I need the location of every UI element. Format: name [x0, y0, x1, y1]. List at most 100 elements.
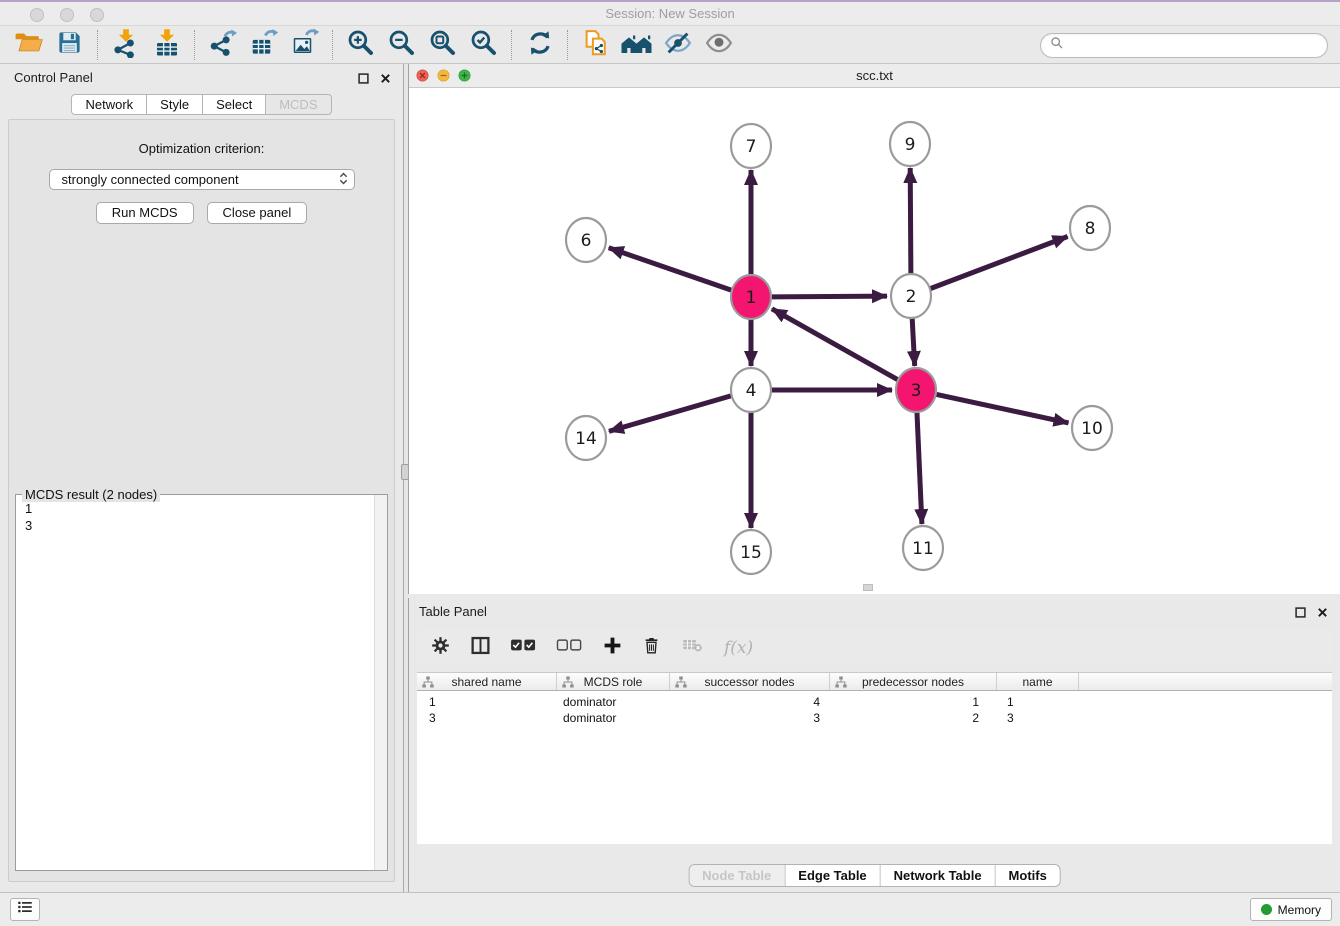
column-header-name[interactable]: name: [997, 673, 1079, 690]
zoom-in-button[interactable]: [340, 28, 381, 62]
search-icon: [1050, 36, 1064, 55]
add-column-button[interactable]: [602, 635, 623, 661]
graph-node-1[interactable]: 1: [731, 275, 771, 319]
graph-node-11[interactable]: 11: [903, 526, 943, 570]
table-row[interactable]: 1dominator411: [417, 694, 1332, 710]
control-panel: Control Panel NetworkStyleSelectMCDS Opt…: [0, 64, 403, 892]
homes-icon: [620, 28, 653, 63]
horizontal-split-grip[interactable]: [863, 584, 873, 591]
delete-column-button[interactable]: [642, 635, 661, 661]
show-all-button[interactable]: [698, 28, 739, 62]
toolbar-separator: [511, 30, 512, 60]
graph-node-2[interactable]: 2: [891, 274, 931, 318]
hide-selected-button[interactable]: [657, 28, 698, 62]
control-panel-tabs: NetworkStyleSelectMCDS: [0, 94, 403, 115]
graph-edge-3-10[interactable]: [937, 394, 1069, 423]
mcds-result-title: MCDS result (2 nodes): [22, 487, 160, 502]
export-image-button[interactable]: [284, 28, 325, 62]
network-canvas[interactable]: 7 9 6 8 1 2 4 3 14 10 15 11: [409, 88, 1340, 594]
node-label: 1: [746, 288, 757, 308]
plus-icon: [602, 635, 623, 661]
tab-style[interactable]: Style: [146, 94, 203, 115]
search-box[interactable]: [1040, 33, 1328, 58]
graph-node-15[interactable]: 15: [731, 530, 771, 574]
graph-node-14[interactable]: 14: [566, 416, 606, 460]
graph-node-10[interactable]: 10: [1072, 406, 1112, 450]
float-table-panel-icon[interactable]: [1295, 605, 1306, 623]
table-settings-button[interactable]: [430, 635, 451, 661]
column-label: MCDS role: [584, 675, 643, 689]
node-label: 9: [905, 135, 916, 155]
close-panel-icon[interactable]: [380, 71, 391, 89]
open-file-button[interactable]: [8, 28, 49, 62]
copy-network-button[interactable]: [575, 28, 616, 62]
column-header-MCDS-role[interactable]: MCDS role: [557, 673, 670, 690]
close-table-panel-icon[interactable]: [1317, 605, 1328, 623]
hierarchy-icon: [422, 676, 434, 691]
node-label: 4: [746, 381, 757, 401]
graph-edge-1-6[interactable]: [609, 248, 732, 290]
first-neighbors-button[interactable]: [616, 28, 657, 62]
hierarchy-icon: [562, 676, 574, 691]
graph-node-4[interactable]: 4: [731, 368, 771, 412]
import-network-button[interactable]: [105, 28, 146, 62]
graph-node-9[interactable]: 9: [890, 122, 930, 166]
split-panel-button[interactable]: [470, 635, 491, 661]
graph-edge-2-3[interactable]: [912, 317, 915, 366]
float-panel-icon[interactable]: [358, 71, 369, 89]
graph-edge-2-9[interactable]: [910, 168, 911, 275]
export-table-icon: [249, 28, 279, 63]
node-label: 3: [911, 381, 922, 401]
result-scrollbar[interactable]: [374, 495, 387, 870]
run-mcds-button[interactable]: Run MCDS: [96, 202, 194, 224]
select-all-icon: [510, 637, 537, 658]
toolbar-separator: [567, 30, 568, 60]
tab-network-table[interactable]: Network Table: [880, 865, 995, 886]
deselect-all-rows-button[interactable]: [556, 637, 583, 658]
graph-node-6[interactable]: 6: [566, 218, 606, 262]
optimization-criterion-select[interactable]: strongly connected component: [49, 169, 355, 190]
export-table-button[interactable]: [243, 28, 284, 62]
table-delete-icon: [680, 635, 705, 660]
deselect-icon: [556, 637, 583, 658]
zoom-selected-button[interactable]: [463, 28, 504, 62]
tab-edge-table[interactable]: Edge Table: [784, 865, 879, 886]
column-label: predecessor nodes: [862, 675, 964, 689]
table-row[interactable]: 3dominator323: [417, 710, 1332, 726]
tab-select[interactable]: Select: [202, 94, 266, 115]
apply-layout-button[interactable]: [519, 28, 560, 62]
tab-network[interactable]: Network: [71, 94, 147, 115]
toolbar-group: [340, 28, 504, 62]
graph-edge-2-8[interactable]: [931, 237, 1068, 289]
zoom-fit-icon: [428, 28, 458, 63]
zoom-fit-button[interactable]: [422, 28, 463, 62]
save-session-button[interactable]: [49, 28, 90, 62]
column-label: successor nodes: [704, 675, 794, 689]
graph-node-7[interactable]: 7: [731, 124, 771, 168]
tab-mcds[interactable]: MCDS: [265, 94, 331, 115]
graph-edge-4-14[interactable]: [609, 396, 731, 431]
table-cell: 1: [417, 695, 557, 709]
select-all-rows-button[interactable]: [510, 637, 537, 658]
column-header-predecessor-nodes[interactable]: predecessor nodes: [830, 673, 997, 690]
zoom-out-button[interactable]: [381, 28, 422, 62]
tab-node-table[interactable]: Node Table: [689, 865, 784, 886]
delete-table-button: [680, 635, 705, 660]
graph-edge-3-1[interactable]: [772, 309, 898, 380]
memory-status-icon: [1261, 904, 1272, 915]
tab-motifs[interactable]: Motifs: [995, 865, 1060, 886]
graph-edge-1-2[interactable]: [772, 296, 887, 297]
column-header-shared-name[interactable]: shared name: [417, 673, 557, 690]
task-history-button[interactable]: [10, 898, 40, 921]
graph-edge-3-11[interactable]: [917, 411, 922, 524]
close-panel-button[interactable]: Close panel: [207, 202, 308, 224]
memory-button[interactable]: Memory: [1250, 898, 1332, 921]
search-input[interactable]: [1069, 38, 1318, 53]
column-header-successor-nodes[interactable]: successor nodes: [670, 673, 830, 690]
import-table-button[interactable]: [146, 28, 187, 62]
control-panel-title: Control Panel: [14, 70, 93, 85]
export-network-button[interactable]: [202, 28, 243, 62]
mcds-tab-content: Optimization criterion: strongly connect…: [8, 119, 395, 882]
graph-node-8[interactable]: 8: [1070, 206, 1110, 250]
graph-node-3[interactable]: 3: [896, 368, 936, 412]
